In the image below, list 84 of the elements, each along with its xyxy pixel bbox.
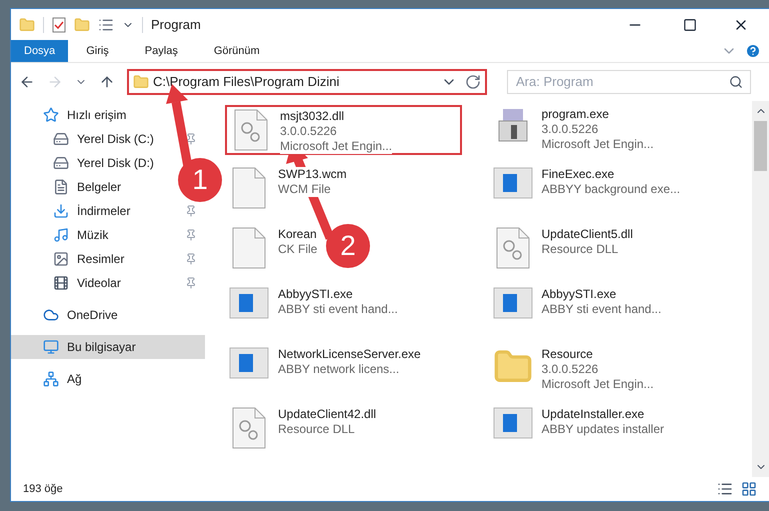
installer-icon bbox=[496, 107, 528, 143]
file-detail: Microsoft Jet Engin... bbox=[280, 139, 392, 154]
application-window-icon bbox=[492, 167, 532, 199]
drive-icon bbox=[53, 155, 69, 171]
back-icon[interactable] bbox=[19, 74, 35, 90]
ribbon-tab[interactable]: Dosya bbox=[11, 40, 68, 62]
file-name: AbbyySTI.exe bbox=[542, 287, 616, 302]
picture-icon bbox=[53, 251, 69, 267]
pin-icon bbox=[185, 277, 197, 289]
music-note-icon bbox=[53, 227, 69, 243]
properties-icon[interactable] bbox=[98, 16, 114, 32]
pin-icon bbox=[185, 253, 197, 265]
gear-document-icon bbox=[234, 109, 268, 151]
window-title: Program bbox=[151, 16, 202, 34]
file-item[interactable]: Korean CK File bbox=[225, 225, 322, 275]
folder-icon bbox=[133, 74, 149, 90]
ribbon-tab[interactable]: Giriş bbox=[68, 40, 127, 62]
file-item[interactable]: msjt3032.dll 3.0.0.5226 Microsoft Jet Engin... bbox=[225, 105, 462, 155]
application-window-icon bbox=[492, 287, 532, 319]
details-view-icon[interactable] bbox=[717, 481, 733, 497]
blank-document-icon bbox=[232, 227, 266, 269]
sidebar-item[interactable]: Müzik bbox=[11, 223, 205, 247]
blank-document-icon bbox=[232, 167, 266, 209]
file-name: UpdateClient42.dll bbox=[278, 407, 376, 422]
network-icon bbox=[43, 371, 59, 387]
file-item[interactable]: UpdateInstaller.exe ABBY updates installer bbox=[488, 405, 668, 455]
sidebar-item[interactable]: Ağ bbox=[11, 367, 205, 391]
file-item[interactable]: UpdateClient42.dll Resource DLL bbox=[225, 405, 380, 455]
search-field[interactable]: Ara: Program bbox=[507, 70, 751, 94]
search-icon bbox=[729, 74, 743, 89]
sidebar-item[interactable]: Yerel Disk (D:) bbox=[11, 151, 177, 175]
file-name: AbbyySTI.exe bbox=[278, 287, 353, 302]
file-item[interactable]: FineExec.exe ABBYY background exe... bbox=[488, 165, 684, 215]
pin-icon bbox=[185, 229, 197, 241]
sidebar-item[interactable]: Resimler bbox=[11, 247, 205, 271]
checklist-icon[interactable] bbox=[52, 16, 66, 32]
help-icon[interactable] bbox=[745, 43, 761, 59]
sidebar-item[interactable]: Bu bilgisayar bbox=[11, 335, 205, 359]
document-icon bbox=[53, 179, 69, 195]
file-detail: ABBYY background exe... bbox=[542, 182, 680, 197]
monitor-icon bbox=[43, 339, 59, 355]
file-item[interactable]: Resource 3.0.0.5226 Microsoft Jet Engin... bbox=[488, 345, 658, 395]
star-icon bbox=[43, 107, 59, 123]
application-window-icon bbox=[492, 407, 532, 439]
item-count: 193 öğe bbox=[23, 482, 63, 497]
file-item[interactable]: UpdateClient5.dll Resource DLL bbox=[488, 225, 637, 275]
scrollbar-thumb[interactable] bbox=[754, 121, 767, 171]
file-item[interactable]: AbbyySTI.exe ABBY sti event hand... bbox=[488, 285, 666, 335]
refresh-icon[interactable] bbox=[465, 74, 481, 90]
scrollbar[interactable] bbox=[752, 101, 769, 477]
download-icon bbox=[53, 203, 69, 219]
file-item[interactable]: NetworkLicenseServer.exe ABBY network licens... bbox=[225, 345, 425, 395]
file-detail: Microsoft Jet Engin... bbox=[542, 137, 654, 152]
file-detail: WCM File bbox=[278, 182, 331, 197]
file-name: SWP13.wcm bbox=[278, 167, 347, 182]
sidebar-item[interactable]: Belgeler bbox=[11, 175, 177, 199]
gear-document-icon bbox=[232, 407, 266, 449]
sidebar-item[interactable]: OneDrive bbox=[11, 303, 205, 327]
file-name: UpdateClient5.dll bbox=[542, 227, 633, 242]
file-item[interactable]: SWP13.wcm WCM File bbox=[225, 165, 351, 215]
ribbon-tab[interactable]: Görünüm bbox=[196, 40, 278, 62]
film-icon bbox=[53, 275, 69, 291]
application-window-icon bbox=[229, 347, 269, 379]
large-icons-view-icon[interactable] bbox=[741, 481, 757, 497]
sidebar-item[interactable]: Videolar bbox=[11, 271, 205, 295]
application-window-icon bbox=[229, 287, 269, 319]
cloud-icon bbox=[43, 307, 59, 323]
ribbon-tab[interactable]: Paylaş bbox=[126, 40, 196, 62]
file-item[interactable]: AbbyySTI.exe ABBY sti event hand... bbox=[225, 285, 402, 335]
file-name: msjt3032.dll bbox=[280, 109, 344, 124]
file-detail: ABBY updates installer bbox=[542, 422, 664, 437]
sidebar-item[interactable]: Hızlı erişim bbox=[11, 103, 205, 127]
up-icon[interactable] bbox=[99, 74, 115, 90]
file-detail: Microsoft Jet Engin... bbox=[542, 377, 654, 392]
drive-icon bbox=[53, 131, 69, 147]
address-bar[interactable]: C:\Program Files\Program Dizini bbox=[127, 69, 487, 95]
file-name: UpdateInstaller.exe bbox=[542, 407, 644, 422]
sidebar-item[interactable]: Yerel Disk (C:) bbox=[11, 127, 205, 151]
pin-icon bbox=[185, 205, 197, 217]
sidebar-item[interactable]: İndirmeler bbox=[11, 199, 205, 223]
gear-document-icon bbox=[496, 227, 530, 269]
file-item[interactable]: program.exe 3.0.0.5226 Microsoft Jet Engin... bbox=[488, 105, 658, 155]
pin-icon bbox=[185, 133, 197, 145]
maximize-icon[interactable] bbox=[683, 18, 697, 32]
